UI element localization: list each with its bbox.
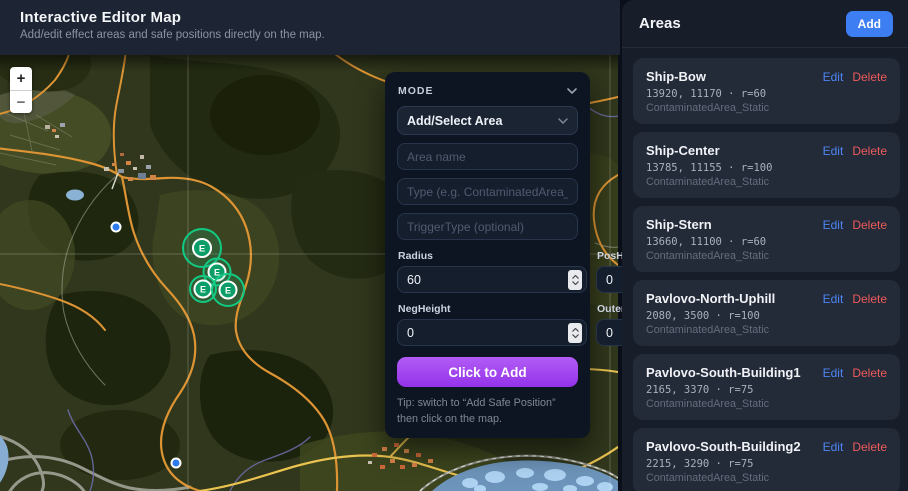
- map-zoom-control: + −: [10, 67, 32, 113]
- area-coords: 2080, 3500 · r=100: [646, 310, 887, 322]
- areas-list: Ship-Bow Edit Delete 13920, 11170 · r=60…: [622, 48, 908, 491]
- marker-label: E: [199, 244, 205, 255]
- area-marker[interactable]: E: [212, 274, 244, 306]
- radius-label: Radius: [398, 250, 586, 262]
- mode-tip-text: Tip: switch to “Add Safe Position” then …: [397, 396, 578, 427]
- pond: [66, 190, 84, 201]
- areas-panel: Areas Add Ship-Bow Edit Delete 13920, 11…: [622, 0, 908, 491]
- delete-link[interactable]: Delete: [852, 70, 887, 84]
- area-name-input[interactable]: [397, 143, 578, 170]
- edit-link[interactable]: Edit: [823, 440, 844, 454]
- edit-link[interactable]: Edit: [823, 218, 844, 232]
- area-name: Pavlovo-South-Building2: [646, 439, 801, 454]
- page-title: Interactive Editor Map: [20, 9, 600, 26]
- safe-position-dot[interactable]: [112, 223, 121, 232]
- area-type: ContaminatedArea_Static: [646, 398, 887, 410]
- zoom-in-button[interactable]: +: [10, 67, 32, 90]
- area-coords: 2215, 3290 · r=75: [646, 458, 887, 470]
- list-item[interactable]: Pavlovo-South-Building1 Edit Delete 2165…: [633, 354, 900, 420]
- list-item[interactable]: Ship-Bow Edit Delete 13920, 11170 · r=60…: [633, 58, 900, 124]
- mode-panel-title: MODE: [398, 85, 434, 97]
- add-area-button[interactable]: Add: [846, 11, 893, 37]
- delete-link[interactable]: Delete: [852, 440, 887, 454]
- safe-position-dot[interactable]: [172, 459, 181, 468]
- list-item[interactable]: Ship-Center Edit Delete 13785, 11155 · r…: [633, 132, 900, 198]
- area-name: Ship-Center: [646, 143, 720, 158]
- editor-column: Interactive Editor Map Add/edit effect a…: [0, 0, 620, 491]
- list-item[interactable]: Ship-Stern Edit Delete 13660, 11100 · r=…: [633, 206, 900, 272]
- list-item[interactable]: Pavlovo-South-Building2 Edit Delete 2215…: [633, 428, 900, 491]
- mode-select-value: Add/Select Area: [407, 114, 502, 128]
- page-subtitle: Add/edit effect areas and safe positions…: [20, 29, 600, 41]
- click-to-add-button[interactable]: Click to Add: [397, 357, 578, 387]
- area-type: ContaminatedArea_Static: [646, 250, 887, 262]
- edit-link[interactable]: Edit: [823, 292, 844, 306]
- area-coords: 13785, 11155 · r=100: [646, 162, 887, 174]
- marker-label: E: [200, 285, 206, 295]
- neg-height-field: [397, 319, 587, 346]
- radius-field: [397, 266, 587, 293]
- edit-link[interactable]: Edit: [823, 366, 844, 380]
- chevron-down-icon: [558, 118, 568, 124]
- area-name: Pavlovo-South-Building1: [646, 365, 801, 380]
- area-name: Pavlovo-North-Uphill: [646, 291, 775, 306]
- type-input[interactable]: [397, 178, 578, 205]
- area-type: ContaminatedArea_Static: [646, 472, 887, 484]
- area-coords: 2165, 3370 · r=75: [646, 384, 887, 396]
- edit-link[interactable]: Edit: [823, 70, 844, 84]
- delete-link[interactable]: Delete: [852, 292, 887, 306]
- delete-link[interactable]: Delete: [852, 144, 887, 158]
- area-type: ContaminatedArea_Static: [646, 324, 887, 336]
- area-type: ContaminatedArea_Static: [646, 176, 887, 188]
- edit-link[interactable]: Edit: [823, 144, 844, 158]
- mode-select[interactable]: Add/Select Area: [397, 106, 578, 135]
- areas-title: Areas: [639, 15, 681, 32]
- radius-stepper[interactable]: [568, 270, 582, 290]
- areas-panel-header: Areas Add: [622, 0, 908, 48]
- area-coords: 13920, 11170 · r=60: [646, 88, 887, 100]
- area-name: Ship-Stern: [646, 217, 712, 232]
- trigger-type-input[interactable]: [397, 213, 578, 240]
- neg-height-stepper[interactable]: [568, 323, 582, 343]
- list-item[interactable]: Pavlovo-North-Uphill Edit Delete 2080, 3…: [633, 280, 900, 346]
- delete-link[interactable]: Delete: [852, 366, 887, 380]
- delete-link[interactable]: Delete: [852, 218, 887, 232]
- area-type: ContaminatedArea_Static: [646, 102, 887, 114]
- collapse-chevron-icon[interactable]: [567, 88, 577, 94]
- neg-height-label: NegHeight: [398, 303, 586, 315]
- neg-height-input[interactable]: [407, 326, 568, 340]
- mode-panel: MODE Add/Select Area Radius PosHei: [385, 72, 590, 438]
- area-name: Ship-Bow: [646, 69, 706, 84]
- app-window: Interactive Editor Map Add/edit effect a…: [0, 0, 908, 491]
- zoom-out-button[interactable]: −: [10, 90, 32, 113]
- map-canvas[interactable]: E E E E: [0, 55, 618, 491]
- marker-label: E: [225, 286, 231, 296]
- area-coords: 13660, 11100 · r=60: [646, 236, 887, 248]
- radius-input[interactable]: [407, 273, 568, 287]
- page-header: Interactive Editor Map Add/edit effect a…: [0, 0, 620, 55]
